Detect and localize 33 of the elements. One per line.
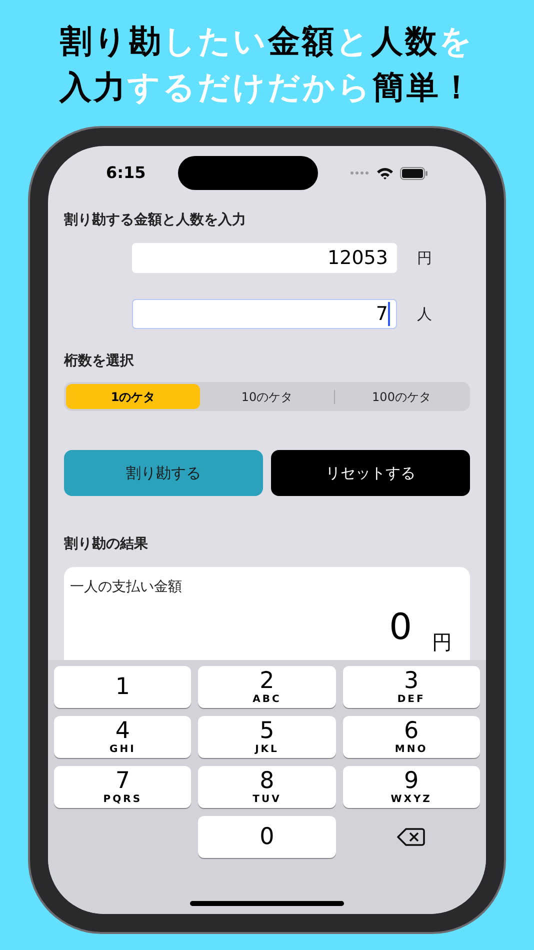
keypad-key[interactable]: 2 ABC [198, 666, 336, 708]
keypad-key[interactable]: 4 GHI [54, 716, 192, 758]
keypad-key[interactable]: 9 WXYZ [342, 766, 480, 808]
section-title: 割り勘の結果 [64, 535, 149, 554]
keypad-key[interactable]: 6 MNO [342, 716, 480, 758]
headline-text: 入力するだけだから 簡単！ [60, 67, 474, 108]
unit-label: 人 [417, 304, 432, 325]
backspace-icon [397, 827, 426, 847]
action-button[interactable]: 割り勘する [64, 450, 263, 496]
card-label: 一人の支払い金額 [70, 578, 183, 597]
wifi-icon [376, 166, 394, 180]
keypad-key[interactable]: 7 PQRS [54, 766, 192, 808]
keypad-key[interactable]: 5 JKL [198, 716, 336, 758]
signal-dots-icon [350, 171, 370, 175]
keypad-key[interactable]: 1 [54, 666, 192, 708]
status-time: 6:15 [106, 162, 146, 184]
battery-icon [400, 166, 428, 180]
segment-tab[interactable]: 100のケタ [335, 384, 468, 409]
text-cursor [388, 302, 390, 326]
unit-label: 円 [432, 632, 452, 652]
unit-label: 円 [417, 248, 432, 269]
section-title: 桁数を選択 [64, 352, 135, 371]
headline-text: 割り勘 したい金額 と 人数を [60, 21, 474, 62]
number-input-field[interactable]: 12053 [132, 243, 397, 273]
segment-tab[interactable]: 1のケタ [66, 384, 200, 409]
keypad-key[interactable]: 0 [198, 816, 336, 858]
action-button[interactable]: リセットする [271, 450, 470, 496]
keypad-key[interactable]: 8 TUV [198, 766, 336, 808]
result-amount: 0 [389, 610, 412, 646]
section-title: 割り勘する金額と人数を入力 [64, 211, 247, 230]
number-input-field[interactable]: 7 [132, 299, 397, 329]
keypad-key[interactable]: 3 DEF [342, 666, 480, 708]
segment-tab[interactable]: 10のケタ [200, 384, 334, 409]
